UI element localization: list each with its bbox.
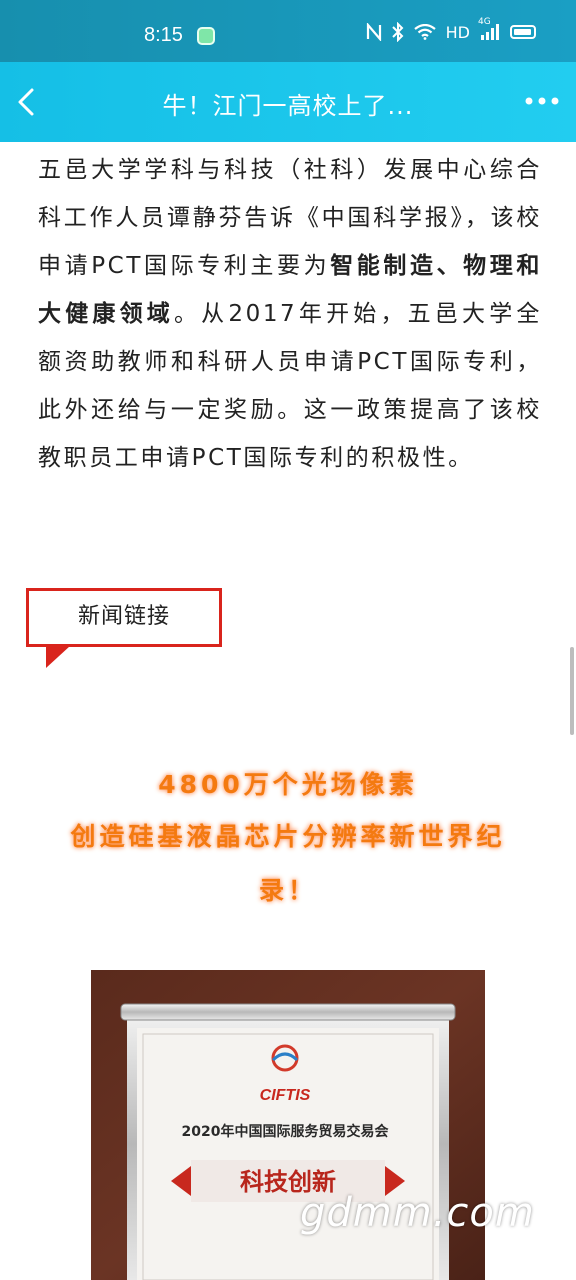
cell-signal-icon: 4G <box>478 17 500 41</box>
status-bar: 8:15 HD 4G <box>0 0 576 62</box>
back-arrow-icon <box>18 88 34 116</box>
news-link-label: 新闻链接 <box>77 604 170 629</box>
award-event-text: 2020年中国国际服务贸易交易会 <box>182 1123 390 1140</box>
nfc-icon <box>366 23 382 41</box>
scrollbar[interactable] <box>570 647 574 735</box>
headline-line-1: 4800万个光场像素 <box>158 770 418 799</box>
app-notification-icon <box>197 27 215 45</box>
status-time: 8:15 <box>144 24 183 46</box>
more-dots-icon <box>525 97 559 105</box>
award-logo-text: CIFTIS <box>260 1087 311 1104</box>
back-button[interactable] <box>10 80 50 124</box>
nav-bar: 牛！江门一高校上了... <box>0 62 576 142</box>
hd-icon: HD <box>445 22 470 42</box>
headline-line-2: 创造硅基液晶芯片分辨率新世界纪 <box>70 822 506 851</box>
article-paragraph: 五邑大学学科与科技（社科）发展中心综合科工作人员谭静芬告诉《中国科学报》，该校申… <box>38 146 542 482</box>
wifi-icon <box>413 24 436 40</box>
headline-line-3: 录！ <box>258 876 317 905</box>
cell-signal-label: 4G <box>478 17 491 27</box>
bluetooth-icon <box>391 22 404 42</box>
more-button[interactable] <box>522 86 562 116</box>
battery-icon <box>510 25 536 39</box>
watermark-text: gdmm.com <box>300 1190 535 1236</box>
article-content[interactable]: 五邑大学学科与科技（社科）发展中心综合科工作人员谭静芬告诉《中国科学报》，该校申… <box>0 142 576 1280</box>
status-icons: HD 4G <box>366 17 536 42</box>
news-link-tag: 新闻链接 <box>26 588 222 670</box>
page-title: 牛！江门一高校上了... <box>162 92 414 120</box>
